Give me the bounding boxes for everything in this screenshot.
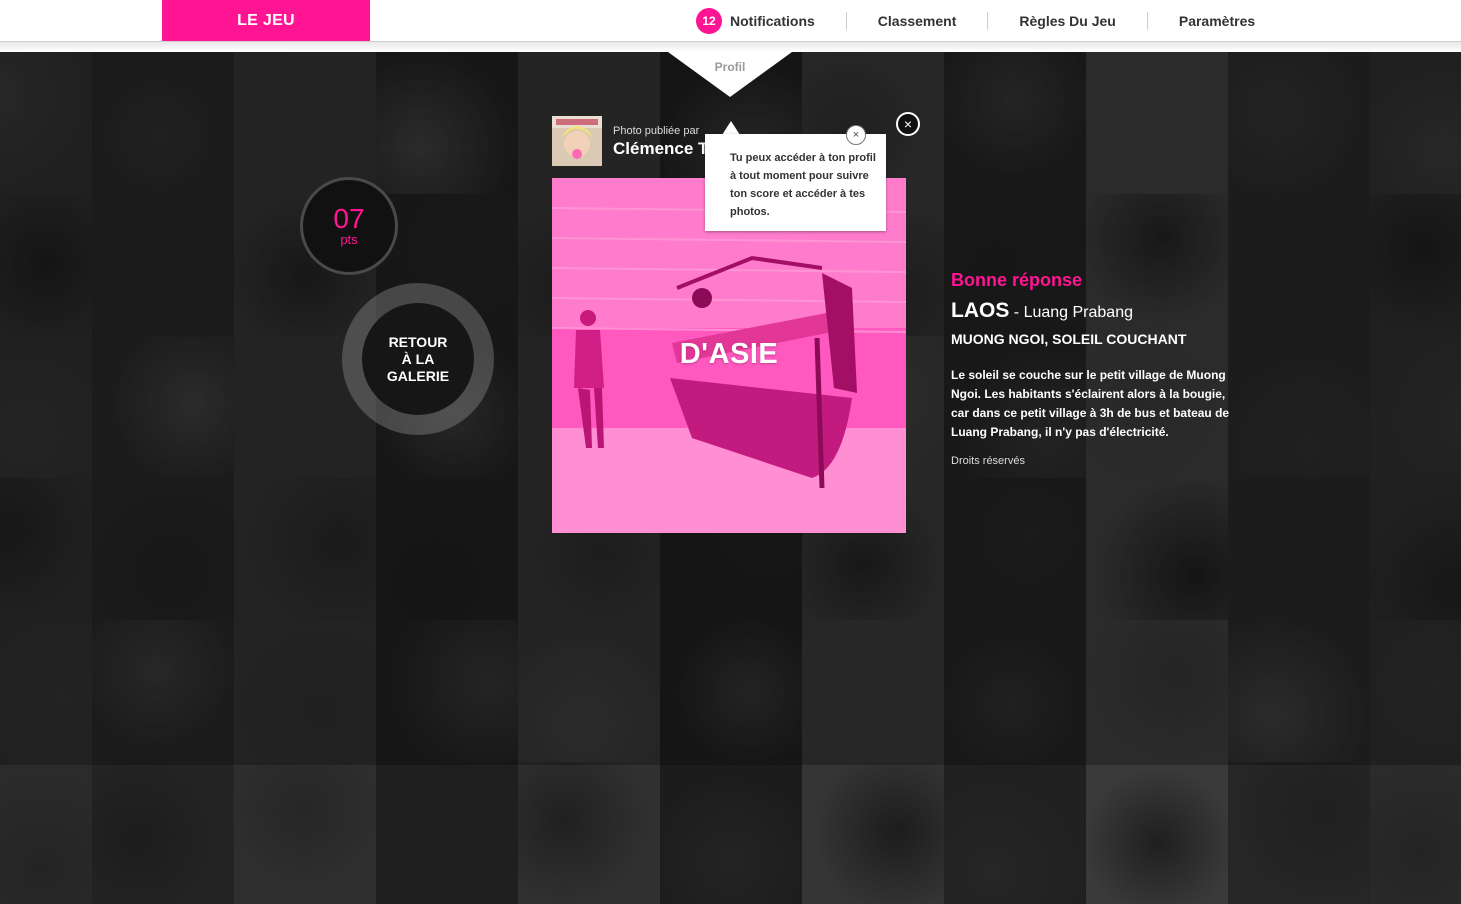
back-button-label-line2: À LA [401, 350, 435, 367]
top-navigation-bar: LE JEU 12 Notifications Classement Règle… [0, 0, 1461, 42]
author-avatar-image [552, 116, 602, 166]
mosaic-tile [376, 762, 518, 904]
main-nav: 12 Notifications Classement Règles Du Je… [696, 0, 1255, 41]
le-jeu-logo-button[interactable]: LE JEU [162, 0, 370, 41]
mosaic-tile [802, 762, 944, 904]
author-avatar[interactable] [552, 116, 602, 166]
close-card-button[interactable]: × [896, 112, 920, 136]
tooltip-arrow [722, 121, 740, 135]
mosaic-tile [518, 762, 660, 904]
nav-parametres[interactable]: Paramètres [1179, 0, 1255, 41]
profile-tab-shape [668, 52, 792, 97]
photo-image: D'ASIE [552, 178, 906, 533]
score-unit: pts [340, 232, 358, 247]
score-circle: 07 pts [300, 177, 398, 275]
answer-place: MUONG NGOI, SOLEIL COUCHANT [951, 331, 1187, 347]
answer-verdict: Bonne réponse [951, 270, 1083, 290]
photo-category-title: D'ASIE [679, 338, 779, 370]
topbar-shadow [0, 42, 1461, 52]
back-button-label-line1: RETOUR [388, 333, 448, 350]
mosaic-tile [0, 762, 92, 904]
published-by-label: Photo publiée par [613, 125, 700, 137]
nav-notifications[interactable]: 12 Notifications [696, 0, 815, 41]
nav-divider [845, 11, 847, 30]
back-to-gallery-button[interactable]: RETOUR À LA GALERIE [362, 303, 474, 415]
back-button-label-line3: GALERIE [386, 367, 450, 384]
tooltip-close-button[interactable]: × [846, 125, 866, 145]
nav-divider [1146, 11, 1148, 30]
answer-description: Le soleil se couche sur le petit village… [951, 368, 1230, 439]
mosaic-tile [1086, 762, 1228, 904]
mosaic-tile [660, 762, 802, 904]
mosaic-tile [234, 762, 376, 904]
answer-country: LAOS [951, 299, 1010, 322]
answer-city: - Luang Prabang [1009, 304, 1133, 321]
notifications-count-badge: 12 [696, 7, 722, 34]
answer-location: LAOS - Luang Prabang [951, 299, 1241, 323]
nav-divider [987, 11, 989, 30]
profile-tab[interactable]: Profil [668, 52, 792, 97]
score-value: 07 [333, 203, 365, 234]
profile-tooltip-text: Tu peux accéder à ton profil à tout mome… [730, 152, 876, 218]
answer-panel: Bonne réponse LAOS - Luang Prabang MUONG… [951, 270, 1241, 467]
nav-classement[interactable]: Classement [878, 0, 957, 41]
copyright-notice: Droits réservés [951, 455, 1025, 467]
mosaic-tile [92, 762, 234, 904]
mosaic-tile [1228, 762, 1370, 904]
profile-tooltip: Tu peux accéder à ton profil à tout mome… [705, 134, 886, 231]
author-name[interactable]: Clémence T [613, 139, 708, 159]
nav-notifications-label: Notifications [730, 12, 815, 29]
mosaic-tile [1370, 762, 1461, 904]
profile-tab-label: Profil [714, 60, 746, 74]
mosaic-tile [944, 762, 1086, 904]
nav-regles-du-jeu[interactable]: Règles Du Jeu [1019, 0, 1115, 41]
